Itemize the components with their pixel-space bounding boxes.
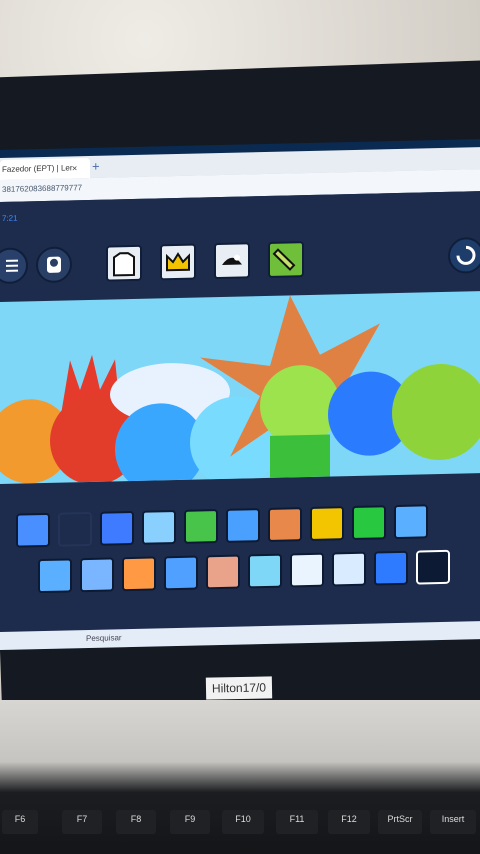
m-face-icon[interactable]	[290, 552, 324, 588]
key-f8[interactable]: F8	[116, 810, 156, 834]
blank-slot-icon[interactable]	[416, 549, 450, 585]
character-icon[interactable]	[36, 246, 72, 284]
key-insert[interactable]: Insert	[430, 810, 476, 834]
face-5-icon[interactable]	[226, 508, 260, 543]
glasses-icon[interactable]	[394, 504, 428, 540]
key-f10[interactable]: F10	[222, 810, 264, 834]
menu-icon[interactable]	[0, 247, 28, 285]
key-f7[interactable]: F7	[62, 810, 102, 834]
taskbar-search[interactable]: Pesquisar	[86, 633, 122, 643]
key-prtscr[interactable]: PrtScr	[378, 810, 422, 834]
paint-tube-icon[interactable]	[268, 241, 304, 278]
top-toolbar	[0, 229, 480, 294]
spiky-icon[interactable]	[38, 558, 72, 594]
face-8-icon[interactable]	[80, 557, 114, 593]
key-f9[interactable]: F9	[170, 810, 210, 834]
blob-icon[interactable]	[374, 550, 408, 586]
page-subtext: 7:21	[2, 213, 18, 223]
bowtie-icon[interactable]	[332, 551, 366, 587]
face-2-icon[interactable]	[58, 511, 92, 547]
laptop-screen: Fazedor (EPT) | Ler × + 3817620836887797…	[0, 139, 480, 650]
key-f12[interactable]: F12	[328, 810, 370, 834]
face-1-icon[interactable]	[16, 512, 50, 548]
face-3-icon[interactable]	[100, 510, 134, 546]
device-sticker: Hilton17/0	[205, 676, 273, 700]
tab-title: Fazedor (EPT) | Ler	[2, 163, 73, 174]
crown-icon[interactable]	[160, 243, 196, 281]
face-9-icon[interactable]	[122, 556, 156, 592]
key-f11[interactable]: F11	[276, 810, 318, 834]
face-10-icon[interactable]	[164, 555, 198, 591]
new-tab-button[interactable]: +	[92, 158, 100, 176]
keyboard-area: F6 F7 F8 F9 F10 F11 F12 PrtScr Insert	[0, 700, 480, 854]
grass-icon[interactable]	[352, 505, 386, 541]
face-4-icon[interactable]	[142, 510, 176, 545]
character-stage	[0, 291, 480, 484]
game-page: 7:21 Pesquisar	[0, 191, 480, 650]
hat-icon[interactable]	[214, 242, 250, 280]
key-f6[interactable]: F6	[2, 810, 38, 834]
close-icon[interactable]: ×	[72, 158, 77, 178]
browser-tab[interactable]: Fazedor (EPT) | Ler ×	[0, 157, 90, 180]
reset-icon[interactable]	[448, 237, 480, 274]
face-6-icon[interactable]	[268, 507, 302, 542]
smile-icon[interactable]	[248, 553, 282, 589]
address-text: 381762083688779777	[2, 183, 83, 194]
hanger-icon[interactable]	[106, 244, 142, 282]
face-7-icon[interactable]	[310, 506, 344, 541]
flower-icon[interactable]	[184, 509, 218, 544]
sound-tray	[0, 491, 480, 622]
hair-icon[interactable]	[206, 554, 240, 590]
